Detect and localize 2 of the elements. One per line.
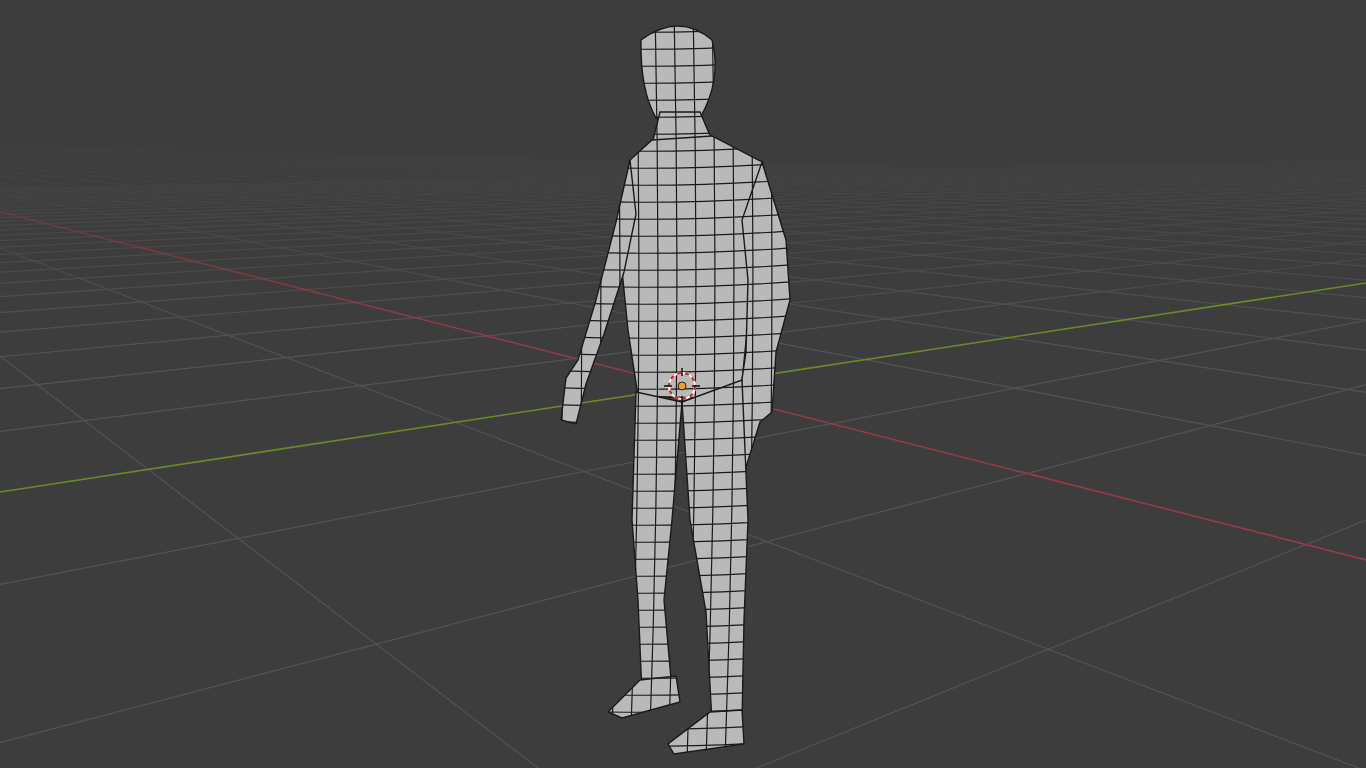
mannequin-mesh-drawing[interactable] xyxy=(560,25,791,755)
3d-cursor-icon[interactable] xyxy=(663,367,701,405)
